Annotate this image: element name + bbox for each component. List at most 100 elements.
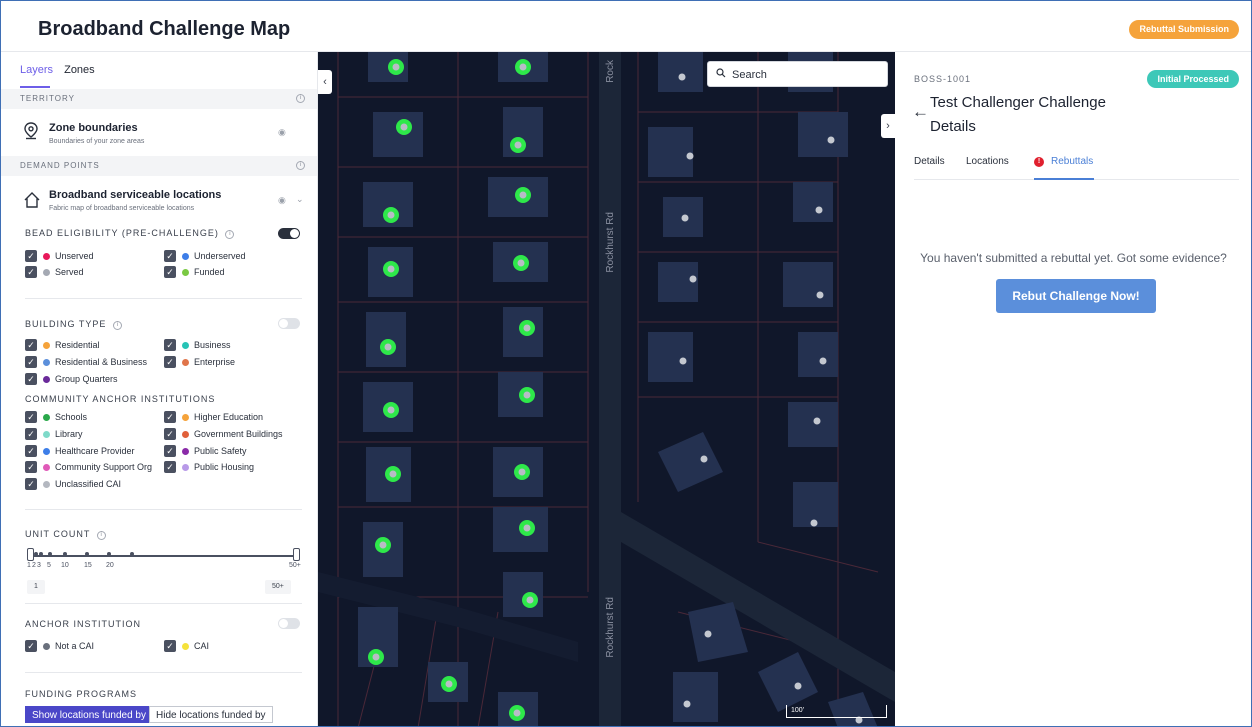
layers-panel: Layers Zones TERRITORY i Zone boundaries… <box>1 52 318 726</box>
cai-dot <box>182 643 189 650</box>
business-dot <box>182 342 189 349</box>
tick-label: 20 <box>106 562 114 569</box>
residential-checkbox[interactable]: ✓ <box>25 339 37 351</box>
bead-heading-label: BEAD ELIGIBILITY (PRE-CHALLENGE) <box>25 228 219 238</box>
search-icon <box>716 68 726 78</box>
unclassified-cai-label: Unclassified CAI <box>55 479 122 489</box>
government-buildings-label: Government Buildings <box>194 429 283 439</box>
info-icon[interactable]: i <box>112 321 122 330</box>
bead-toggle[interactable] <box>278 228 300 239</box>
public-safety-checkbox[interactable]: ✓ <box>164 445 176 457</box>
business-checkbox[interactable]: ✓ <box>164 339 176 351</box>
anchor-toggle[interactable] <box>278 618 300 629</box>
divider <box>25 603 302 604</box>
unit-count-min-handle[interactable] <box>27 548 34 561</box>
higher-education-label: Higher Education <box>194 412 264 422</box>
unit-count-min-input[interactable]: 1 <box>27 580 45 594</box>
building-type-toggle[interactable] <box>278 318 300 329</box>
app-window: Broadband Challenge Map Rebuttal Submiss… <box>0 0 1252 727</box>
unserved-checkbox[interactable]: ✓ <box>25 250 37 262</box>
tick-label: 10 <box>61 562 69 569</box>
slider-tick <box>39 552 43 556</box>
enterprise-checkbox[interactable]: ✓ <box>164 356 176 368</box>
rebuttal-submission-button[interactable]: Rebuttal Submission <box>1129 20 1239 39</box>
funding-heading: FUNDING PROGRAMS <box>25 689 138 699</box>
rebut-challenge-button[interactable]: Rebut Challenge Now! <box>996 279 1156 313</box>
community-support-dot <box>43 464 50 471</box>
demand-header-label: DEMAND POINTS <box>20 161 100 170</box>
underserved-label: Underserved <box>194 251 246 261</box>
map-view[interactable]: Rock Rockhurst Rd Rockhurst Rd <box>318 52 895 727</box>
demand-section-header: DEMAND POINTS i <box>1 156 317 176</box>
tab-rebuttals[interactable]: Rebuttals <box>1051 156 1093 167</box>
served-checkbox[interactable]: ✓ <box>25 266 37 278</box>
empty-rebuttal-message: You haven't submitted a rebuttal yet. Go… <box>920 251 1227 265</box>
info-icon[interactable]: i <box>225 230 235 239</box>
cai-checkbox[interactable]: ✓ <box>164 640 176 652</box>
hide-funded-button[interactable]: Hide locations funded by <box>149 706 273 723</box>
unit-count-max-handle[interactable] <box>293 548 300 561</box>
street-label: Rock <box>605 59 616 83</box>
info-icon[interactable]: i <box>296 94 305 103</box>
tick-label: 50+ <box>289 562 301 569</box>
group-quarters-label: Group Quarters <box>55 374 118 384</box>
unit-count-track[interactable] <box>29 555 297 557</box>
healthcare-provider-checkbox[interactable]: ✓ <box>25 445 37 457</box>
enterprise-dot <box>182 359 189 366</box>
residential-business-checkbox[interactable]: ✓ <box>25 356 37 368</box>
active-tab-indicator <box>1034 178 1094 180</box>
served-label: Served <box>55 267 84 277</box>
higher-education-checkbox[interactable]: ✓ <box>164 411 176 423</box>
funded-checkbox[interactable]: ✓ <box>164 266 176 278</box>
public-housing-checkbox[interactable]: ✓ <box>164 461 176 473</box>
layer-tabs: Layers Zones <box>20 64 103 76</box>
funded-label: Funded <box>194 267 225 277</box>
not-cai-dot <box>43 643 50 650</box>
unit-count-max-input[interactable]: 50+ <box>265 580 291 594</box>
library-checkbox[interactable]: ✓ <box>25 428 37 440</box>
public-safety-dot <box>182 448 189 455</box>
info-icon[interactable]: i <box>296 161 305 170</box>
eye-icon[interactable]: ◉ <box>278 127 286 138</box>
healthcare-provider-label: Healthcare Provider <box>55 446 135 456</box>
active-tab-indicator <box>20 86 50 88</box>
unclassified-cai-dot <box>43 481 50 488</box>
tab-layers[interactable]: Layers <box>20 64 53 76</box>
library-label: Library <box>55 429 83 439</box>
higher-education-dot <box>182 414 189 421</box>
not-cai-label: Not a CAI <box>55 641 95 651</box>
building-type-heading: BUILDING TYPE i <box>25 319 122 330</box>
served-dot <box>43 269 50 276</box>
tick-label: 5 <box>47 562 51 569</box>
map-search[interactable] <box>707 61 888 87</box>
tick-label: 2 <box>32 562 36 569</box>
public-housing-dot <box>182 464 189 471</box>
info-icon[interactable]: i <box>96 531 106 540</box>
chevron-down-icon[interactable]: ⌄ <box>296 194 304 205</box>
search-input[interactable] <box>732 66 882 83</box>
community-support-checkbox[interactable]: ✓ <box>25 461 37 473</box>
show-funded-button[interactable]: Show locations funded by <box>25 706 153 723</box>
app-title: Broadband Challenge Map <box>38 18 291 40</box>
tab-locations[interactable]: Locations <box>966 156 1009 167</box>
group-quarters-checkbox[interactable]: ✓ <box>25 373 37 385</box>
tab-zones[interactable]: Zones <box>64 64 95 76</box>
residential-label: Residential <box>55 340 100 350</box>
zone-boundaries-subtitle: Boundaries of your zone areas <box>49 138 145 145</box>
underserved-checkbox[interactable]: ✓ <box>164 250 176 262</box>
collapse-right-panel-button[interactable]: › <box>881 114 895 138</box>
back-arrow-icon[interactable]: ← <box>912 102 929 122</box>
anchor-heading: ANCHOR INSTITUTION <box>25 619 141 629</box>
unclassified-cai-checkbox[interactable]: ✓ <box>25 478 37 490</box>
not-cai-checkbox[interactable]: ✓ <box>25 640 37 652</box>
government-buildings-checkbox[interactable]: ✓ <box>164 428 176 440</box>
eye-icon[interactable]: ◉ <box>278 195 286 206</box>
tab-details[interactable]: Details <box>914 156 945 167</box>
building-type-heading-label: BUILDING TYPE <box>25 319 107 329</box>
divider <box>25 509 302 510</box>
bead-heading: BEAD ELIGIBILITY (PRE-CHALLENGE) i <box>25 228 235 239</box>
map-canvas[interactable]: Rock Rockhurst Rd Rockhurst Rd <box>318 52 895 727</box>
schools-checkbox[interactable]: ✓ <box>25 411 37 423</box>
map-scale-label: 100' <box>791 707 805 714</box>
collapse-left-panel-button[interactable]: ‹ <box>318 70 332 94</box>
